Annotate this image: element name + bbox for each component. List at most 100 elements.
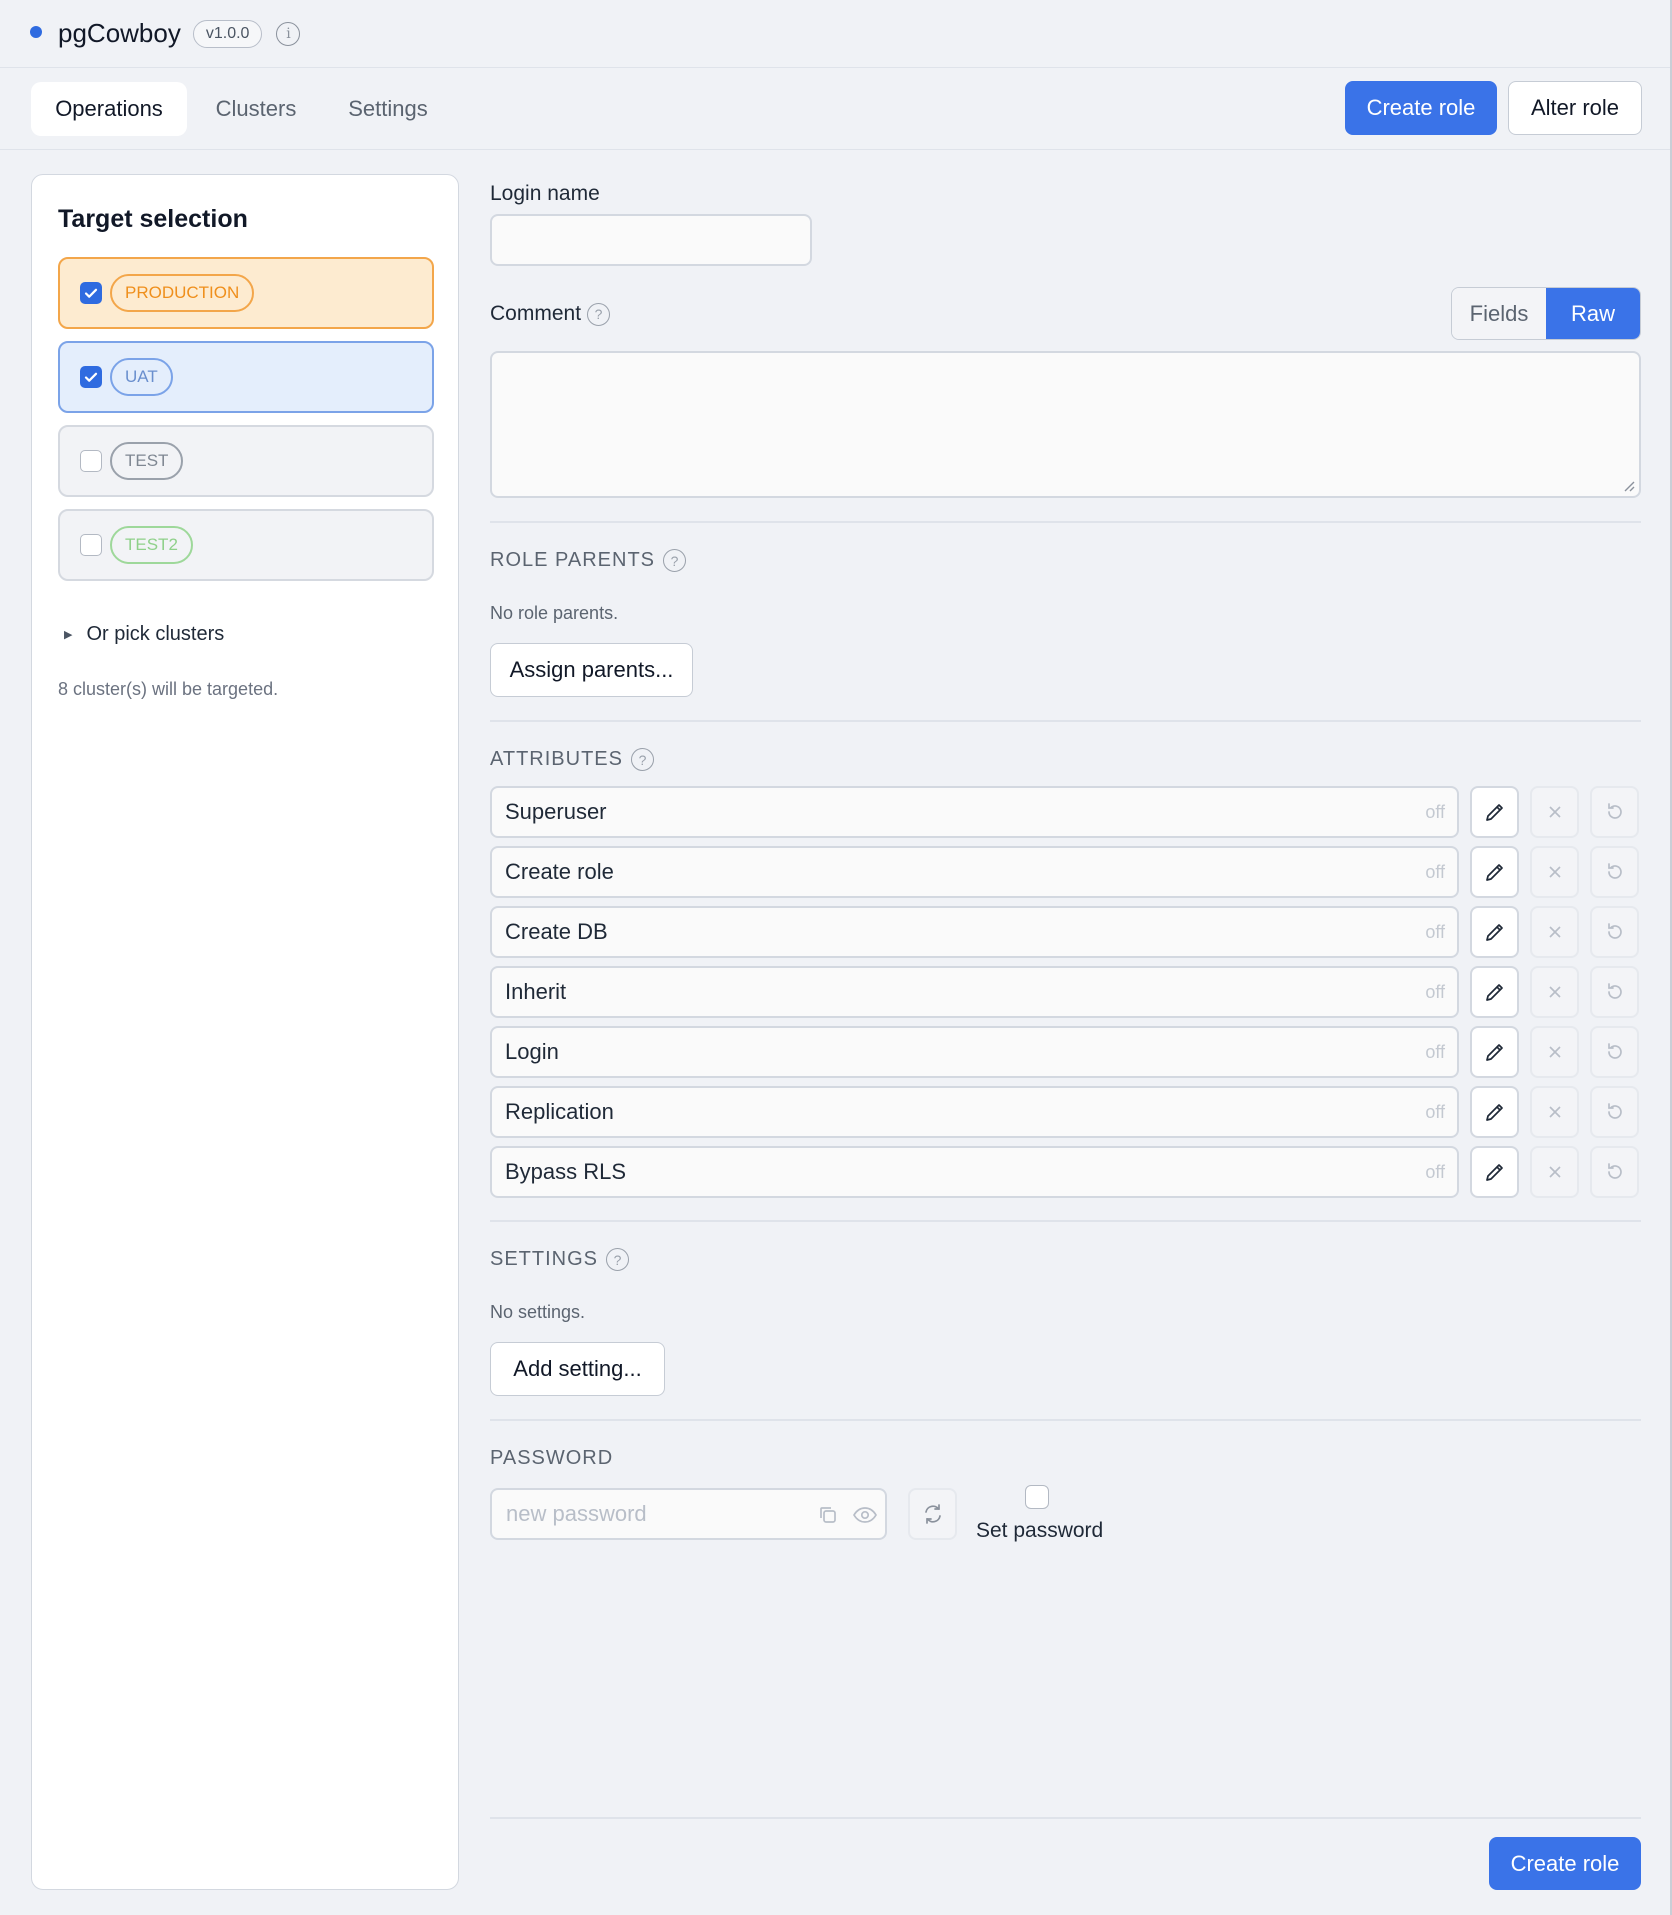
clear-attribute-button[interactable] (1530, 966, 1579, 1018)
close-icon (1548, 866, 1561, 878)
close-icon (1548, 1046, 1561, 1058)
attribute-value: off (1425, 922, 1445, 942)
attribute-value: off (1425, 1042, 1445, 1062)
attribute-label: Superuser (505, 799, 607, 824)
edit-attribute-button[interactable] (1470, 966, 1519, 1018)
undo-icon (1607, 1043, 1622, 1059)
undo-icon (1607, 1163, 1622, 1179)
role-parents-title: ROLE PARENTS (490, 549, 655, 571)
tab-operations[interactable]: Operations (31, 82, 187, 136)
env-checkbox-production[interactable] (80, 282, 102, 304)
assign-parents-button[interactable]: Assign parents... (490, 643, 693, 697)
pencil-icon (1485, 924, 1503, 941)
attribute-row-login: Login off (490, 1026, 1641, 1078)
env-card-uat[interactable]: UAT (58, 341, 434, 413)
edit-attribute-button[interactable] (1470, 786, 1519, 838)
add-setting-button[interactable]: Add setting... (490, 1342, 665, 1396)
clear-attribute-button[interactable] (1530, 846, 1579, 898)
close-icon (1548, 806, 1561, 818)
clear-attribute-button[interactable] (1530, 1086, 1579, 1138)
pick-clusters-label: Or pick clusters (86, 623, 225, 645)
submit-create-role-button[interactable]: Create role (1489, 1837, 1641, 1890)
settings-title: SETTINGS (490, 1248, 599, 1270)
comment-textarea[interactable] (490, 351, 1641, 498)
mode-raw-button[interactable]: Raw (1546, 288, 1640, 339)
reset-attribute-button[interactable] (1590, 966, 1639, 1018)
targeted-cluster-count: 8 cluster(s) will be targeted. (58, 679, 279, 699)
env-card-production[interactable]: PRODUCTION (58, 257, 434, 329)
role-parents-help-icon[interactable]: ? (663, 549, 686, 572)
attribute-value: off (1425, 862, 1445, 882)
create-role-mode-button[interactable]: Create role (1345, 81, 1497, 135)
panel-title: Target selection (58, 205, 248, 233)
comment-label: Comment (490, 302, 582, 325)
attribute-field: Create role off (490, 846, 1459, 898)
attribute-value: off (1425, 982, 1445, 1002)
attribute-row-superuser: Superuser off (490, 786, 1641, 838)
alter-role-mode-button[interactable]: Alter role (1508, 81, 1642, 135)
role-parents-empty: No role parents. (490, 603, 619, 623)
edit-attribute-button[interactable] (1470, 1146, 1519, 1198)
attribute-value: off (1425, 1162, 1445, 1182)
attributes-help-icon[interactable]: ? (630, 748, 654, 771)
settings-header: SETTINGS ? (490, 1248, 630, 1271)
reset-attribute-button[interactable] (1590, 906, 1639, 958)
attribute-field: Inherit off (490, 966, 1459, 1018)
password-input[interactable] (506, 1501, 806, 1527)
env-checkbox-uat[interactable] (80, 366, 102, 388)
eye-icon[interactable] (852, 1503, 878, 1532)
edit-attribute-button[interactable] (1470, 1086, 1519, 1138)
tab-settings[interactable]: Settings (330, 82, 446, 136)
comment-label-row: Comment ? (490, 302, 611, 326)
pick-clusters-toggle[interactable]: ▶ Or pick clusters (64, 623, 224, 646)
app-header: pgCowboy v1.0.0 i (0, 0, 1670, 68)
caret-right-icon: ▶ (64, 629, 73, 641)
login-name-label: Login name (490, 182, 600, 205)
login-name-input[interactable] (490, 214, 812, 266)
env-pill-production: PRODUCTION (110, 274, 255, 312)
clear-attribute-button[interactable] (1530, 906, 1579, 958)
undo-icon (1607, 923, 1622, 939)
attribute-row-inherit: Inherit off (490, 966, 1641, 1018)
tab-clusters[interactable]: Clusters (198, 82, 314, 136)
reset-attribute-button[interactable] (1590, 1026, 1639, 1078)
edit-attribute-button[interactable] (1470, 906, 1519, 958)
edit-attribute-button[interactable] (1470, 1026, 1519, 1078)
pencil-icon (1485, 864, 1503, 881)
reset-attribute-button[interactable] (1590, 846, 1639, 898)
env-checkbox-test[interactable] (80, 450, 102, 472)
resize-grip-icon[interactable] (1623, 480, 1635, 492)
clear-attribute-button[interactable] (1530, 786, 1579, 838)
divider (490, 521, 1641, 523)
refresh-icon (924, 1504, 941, 1524)
set-password-checkbox[interactable] (1025, 1485, 1049, 1509)
attribute-label: Replication (505, 1099, 614, 1124)
reset-attribute-button[interactable] (1590, 1146, 1639, 1198)
edit-attribute-button[interactable] (1470, 846, 1519, 898)
settings-empty: No settings. (490, 1302, 586, 1322)
env-checkbox-test2[interactable] (80, 534, 102, 556)
env-pill-uat: UAT (110, 358, 173, 396)
generate-password-button[interactable] (908, 1488, 957, 1540)
undo-icon (1607, 1103, 1622, 1119)
password-header: PASSWORD (490, 1447, 614, 1469)
info-icon[interactable]: i (276, 21, 301, 46)
copy-icon[interactable] (816, 1503, 840, 1532)
clear-attribute-button[interactable] (1530, 1146, 1579, 1198)
reset-attribute-button[interactable] (1590, 786, 1639, 838)
env-card-test2[interactable]: TEST2 (58, 509, 434, 581)
comment-help-icon[interactable]: ? (587, 302, 611, 326)
close-icon (1548, 986, 1561, 998)
target-selection-panel: Target selection PRODUCTION UAT TEST TES… (31, 174, 459, 1890)
mode-fields-button[interactable]: Fields (1452, 288, 1546, 339)
env-card-test[interactable]: TEST (58, 425, 434, 497)
attribute-row-replication: Replication off (490, 1086, 1641, 1138)
pencil-icon (1485, 1044, 1503, 1061)
reset-attribute-button[interactable] (1590, 1086, 1639, 1138)
clear-attribute-button[interactable] (1530, 1026, 1579, 1078)
app-title: pgCowboy (58, 18, 181, 48)
settings-help-icon[interactable]: ? (606, 1248, 630, 1271)
divider (490, 1419, 1641, 1421)
divider (490, 1817, 1641, 1819)
check-icon (84, 372, 98, 382)
